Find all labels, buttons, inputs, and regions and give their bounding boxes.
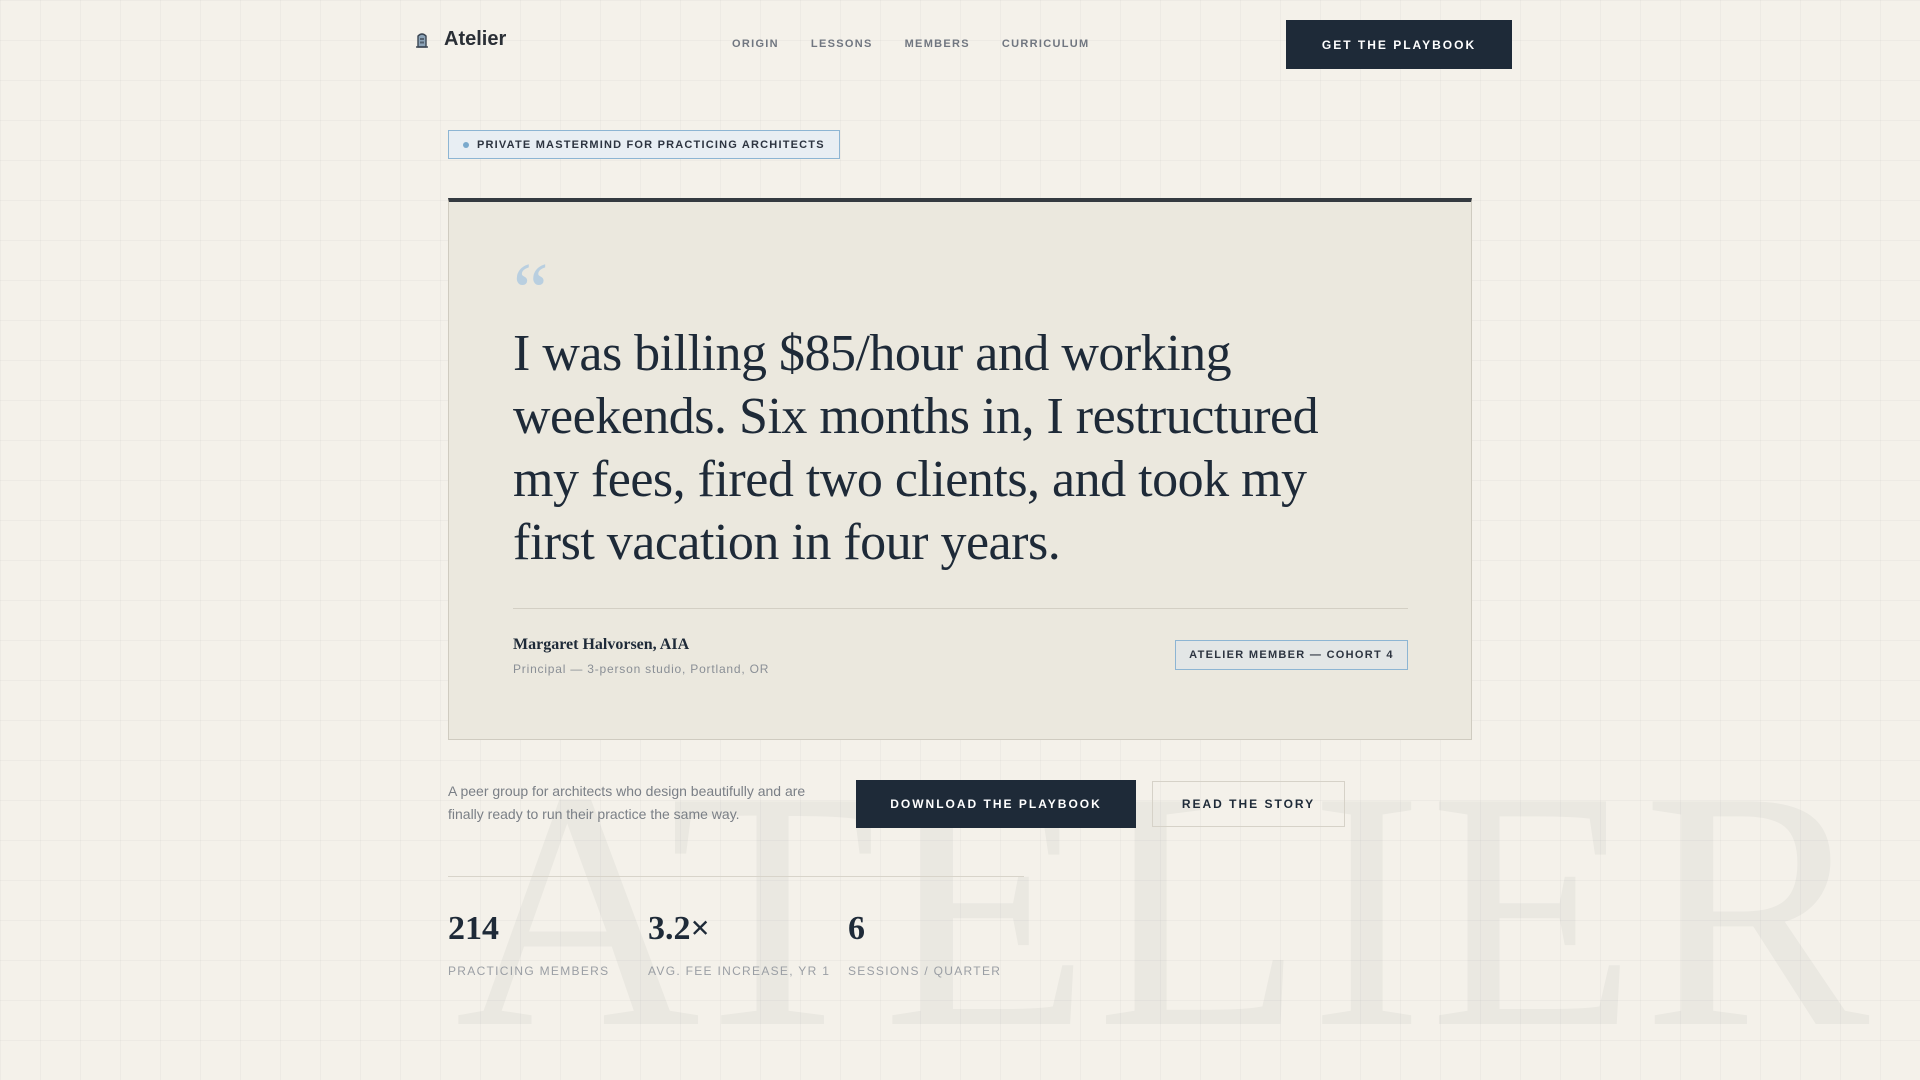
eyebrow-text: PRIVATE MASTERMIND FOR PRACTICING ARCHIT… [477,138,825,151]
intro-tagline: A peer group for architects who design b… [448,783,806,822]
stat-value: 3.2× [648,910,710,947]
badge-dot-icon [463,141,469,148]
brand-logo[interactable]: Atelier [412,28,506,51]
nav-item-lessons[interactable]: LESSONS [811,38,873,50]
nav-item-members[interactable]: MEMBERS [905,38,970,50]
read-story-button[interactable]: READ THE STORY [1152,781,1345,827]
hero-eyebrow-badge: PRIVATE MASTERMIND FOR PRACTICING ARCHIT… [448,130,840,159]
stats-divider [448,876,1024,877]
testimonial-card: “ I was billing $85/hour and working wee… [448,198,1472,740]
download-playbook-button[interactable]: DOWNLOAD THE PLAYBOOK [856,780,1136,828]
get-playbook-button[interactable]: GET THE PLAYBOOK [1286,20,1512,69]
author-role: Principal — 3-person studio, Portland, O… [513,662,770,676]
nav-item-origin[interactable]: ORIGIN [732,38,779,50]
stat-members: 214 PRACTICING MEMBERS [448,910,610,979]
stat-label: SESSIONS / QUARTER [848,964,1002,978]
quote-mark-icon: “ [513,248,549,336]
building-icon [412,30,432,50]
main-nav: ORIGIN LESSONS MEMBERS CURRICULUM [732,38,1089,50]
member-cohort-badge: ATELIER MEMBER — COHORT 4 [1175,640,1408,670]
card-divider [513,608,1408,609]
testimonial-quote: I was billing $85/hour and working weeke… [513,325,1319,571]
nav-item-curriculum[interactable]: CURRICULUM [1002,38,1090,50]
stat-fee-increase: 3.2× AVG. FEE INCREASE, YR 1 [648,910,831,979]
stat-label: PRACTICING MEMBERS [448,964,610,978]
stat-label: AVG. FEE INCREASE, YR 1 [648,964,831,978]
brand-name: Atelier [444,28,507,50]
author-name: Margaret Halvorsen, AIA [513,636,690,653]
stat-value: 214 [448,910,499,947]
stat-value: 6 [848,910,865,947]
stat-sessions: 6 SESSIONS / QUARTER [848,910,1002,979]
